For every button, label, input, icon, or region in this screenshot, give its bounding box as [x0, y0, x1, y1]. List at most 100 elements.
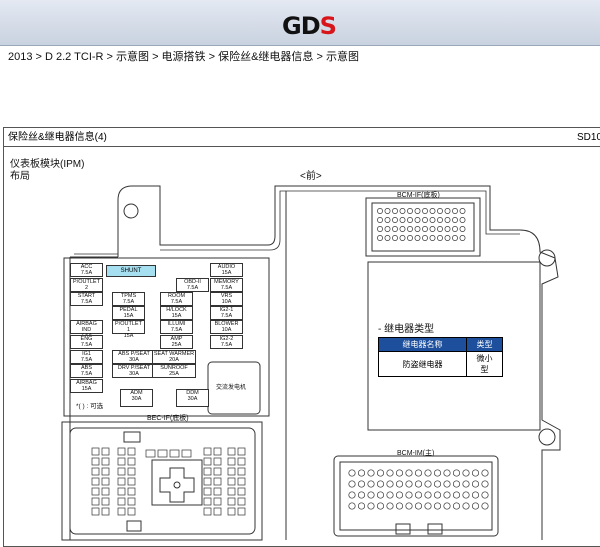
connector-pin — [213, 457, 222, 466]
connector-pin — [452, 491, 461, 499]
fuse-p-outlet-2: P/OUTLET 215A — [70, 278, 103, 297]
connector-pin — [471, 491, 480, 499]
connector-pin — [367, 469, 375, 477]
connector-pin — [392, 235, 398, 241]
bcm-if-label: BCM-IF(底板) — [397, 192, 440, 199]
connector-pin — [452, 502, 461, 510]
connector-pin — [237, 447, 246, 456]
connector-pin — [117, 447, 126, 456]
fuse-amp: 7.5A — [80, 299, 93, 305]
connector-pin — [433, 480, 442, 488]
connector-pin — [414, 491, 423, 499]
connector-pin — [424, 480, 432, 488]
connector-pin — [399, 235, 406, 241]
fuse-amp: 7.5A — [122, 299, 135, 305]
connector-pin — [462, 480, 470, 488]
fuse-memory: MEMORY 7.5A — [210, 278, 243, 292]
connector-pin — [101, 467, 110, 476]
connector-pin — [367, 480, 375, 488]
fuse-eng: ENG 7.5A — [70, 335, 103, 349]
connector-pin — [376, 502, 385, 510]
connector-pin — [203, 457, 212, 466]
connector-pin — [227, 497, 236, 506]
connector-pin — [157, 449, 168, 458]
relay-type-table: 继电器名称 类型 防盗继电器 微小型 — [378, 337, 503, 377]
connector-pin — [377, 217, 383, 223]
fuse-amp: 30A — [129, 371, 139, 377]
connector-pin — [127, 497, 136, 506]
fuse-amp: 25A — [171, 342, 182, 348]
connector-pin — [127, 487, 136, 496]
connector-pin — [386, 469, 394, 477]
connector-pin — [452, 480, 461, 488]
fuse-amp: 7.5A — [220, 285, 233, 291]
connector-pin — [227, 487, 236, 496]
connector-pin — [444, 208, 451, 214]
fuse-blower: BLOWER 10A — [210, 320, 243, 334]
connector-pin — [377, 208, 383, 214]
connector-pin — [462, 502, 470, 510]
connector-pin — [414, 502, 423, 510]
connector-pin — [422, 235, 428, 241]
fuse-airbag-ind: AIRBAG IND7.5A — [70, 320, 103, 339]
connector-pin — [459, 226, 466, 232]
layout-label: 布局 — [10, 171, 30, 182]
connector-pin — [367, 502, 375, 510]
connector-pin — [376, 480, 385, 488]
connector-pin — [386, 491, 394, 499]
connector-pin — [392, 217, 398, 223]
connector-pin — [399, 217, 406, 223]
fuse-start: START 7.5A — [70, 292, 103, 306]
connector-pin — [237, 467, 246, 476]
connector-pin — [376, 491, 385, 499]
relay-type-heading: - 继电器类型 — [378, 324, 435, 335]
connector-pin — [145, 449, 156, 458]
connector-pin — [101, 507, 110, 516]
fuse-pedal: PEDAL 15A — [112, 306, 145, 320]
connector-pin — [407, 226, 413, 232]
connector-pin — [91, 507, 100, 516]
fuse-name: P/OUTLET 2 — [73, 279, 100, 291]
connector-pin — [459, 235, 466, 241]
connector-pin — [433, 469, 442, 477]
fuse-seat-warmer: SEAT WARMER 20A — [152, 350, 196, 364]
fuse-amp: 7.5A — [170, 327, 183, 333]
connector-pin — [452, 235, 458, 241]
fuse-room: ROOM 7.5A — [160, 292, 193, 306]
connector-pin — [444, 226, 451, 232]
relay-name-cell: 防盗继电器 — [378, 351, 467, 377]
connector-pin — [444, 235, 451, 241]
fuse-h-lock: H/LOCK 15A — [160, 306, 193, 320]
connector-pin — [395, 480, 404, 488]
connector-pin — [227, 477, 236, 486]
alternator-label: 交流发电机 — [216, 385, 247, 391]
fuse-amp: 7.5A — [186, 285, 199, 291]
fuse-drv-p-seat: DRV P/SEAT 30A — [112, 364, 156, 378]
connector-pin — [91, 457, 100, 466]
connector-pin — [443, 480, 451, 488]
connector-pin — [399, 226, 406, 232]
connector-pin — [227, 467, 236, 476]
connector-pin — [203, 487, 212, 496]
connector-pin — [414, 235, 421, 241]
connector-pin — [357, 502, 366, 510]
fuse-audio: AUDIO 15A — [210, 263, 243, 277]
connector-pin — [117, 497, 126, 506]
fuse-amp: 10A — [221, 299, 232, 305]
connector-pin — [459, 208, 466, 214]
relay-type-header: 类型 — [466, 337, 503, 352]
connector-pin — [414, 217, 421, 223]
connector-pin — [437, 235, 443, 241]
fuse-amp: AMP 25A — [160, 335, 193, 349]
connector-pin — [237, 507, 246, 516]
connector-pin — [91, 497, 100, 506]
fuse-vrs: VRS 10A — [210, 292, 243, 306]
fuse-sunroof: SUNROOF 25A — [152, 364, 196, 378]
connector-pin — [424, 469, 432, 477]
connector-pin — [227, 457, 236, 466]
connector-pin — [377, 235, 383, 241]
connector-pin — [101, 497, 110, 506]
connector-pin — [348, 502, 356, 510]
connector-pin — [407, 217, 413, 223]
fuse-p-outlet-1: P/OUTLET 1 15A — [112, 320, 145, 339]
